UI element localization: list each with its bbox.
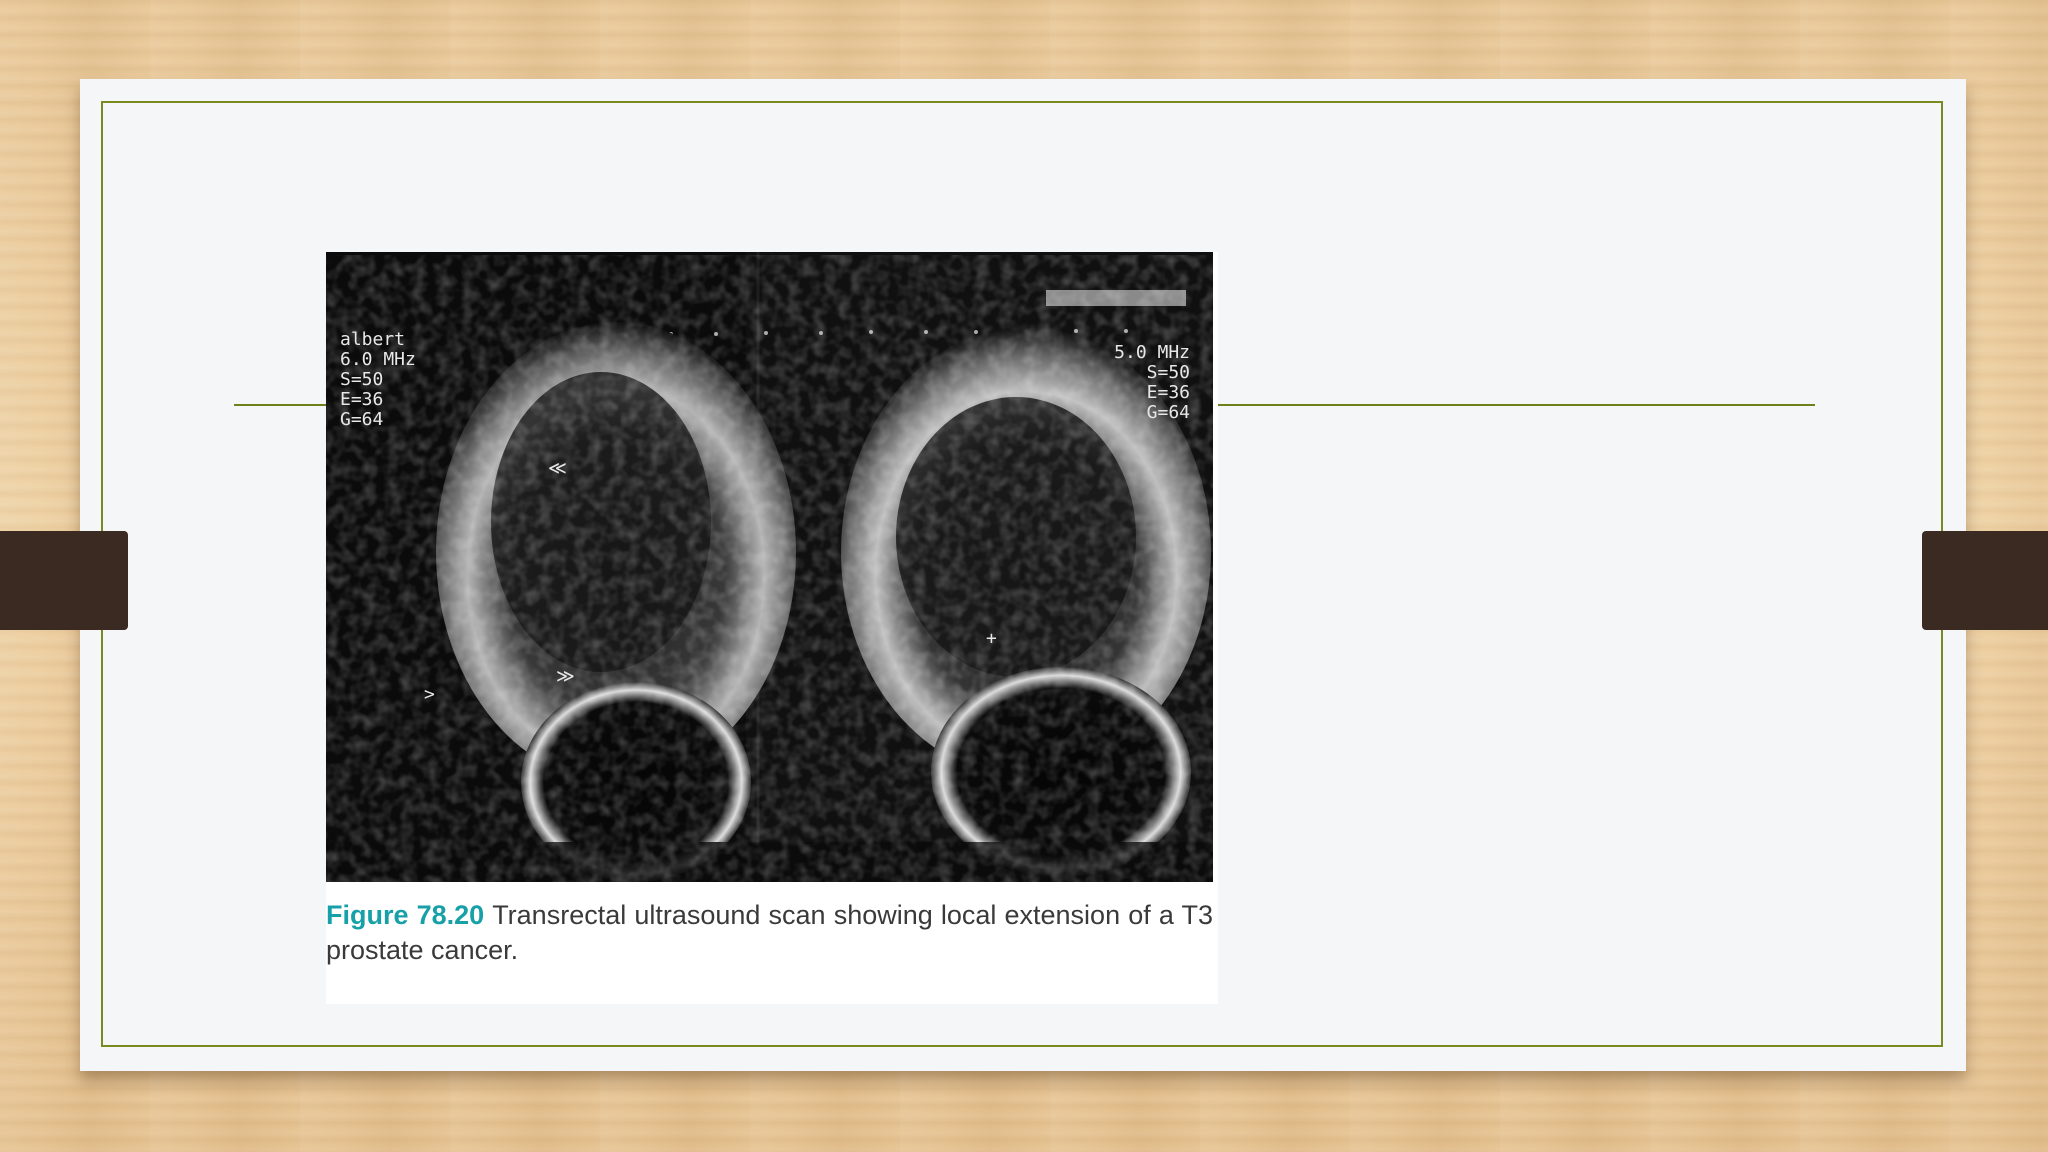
left-binder-tab [0,531,128,630]
scan-overlay-left-5: G=64 [340,409,383,430]
scan-overlay-right-1: 5.0 MHz [1114,342,1190,363]
figure-caption: Figure 78.20 Transrectal ultrasound scan … [326,898,1213,968]
title-rule-left [234,404,326,406]
svg-text:+: + [986,628,997,649]
title-rule-right [1218,404,1815,406]
right-binder-tab [1922,531,2048,630]
scan-overlay-right-4: G=64 [1147,402,1190,423]
figure-label: Figure 78.20 [326,900,485,930]
scan-overlay-right-3: E=36 [1147,382,1190,403]
scan-overlay-left-2: 6.0 MHz [340,349,416,370]
svg-text:≪: ≪ [548,458,567,479]
ultrasound-scan-graphic: ≪ ≫ > + albert 6.0 MHz S=50 E=36 G=64 5.… [326,252,1213,882]
scan-overlay-right-2: S=50 [1147,362,1190,383]
scan-overlay-left-1: albert [340,329,405,350]
scan-overlay-left-3: S=50 [340,369,383,390]
figure: ≪ ≫ > + albert 6.0 MHz S=50 E=36 G=64 5.… [326,252,1218,1004]
svg-text:>: > [424,684,435,705]
scan-overlay-left-4: E=36 [340,389,383,410]
svg-text:≫: ≫ [556,666,575,687]
ultrasound-scan-image: ≪ ≫ > + albert 6.0 MHz S=50 E=36 G=64 5.… [326,252,1213,882]
